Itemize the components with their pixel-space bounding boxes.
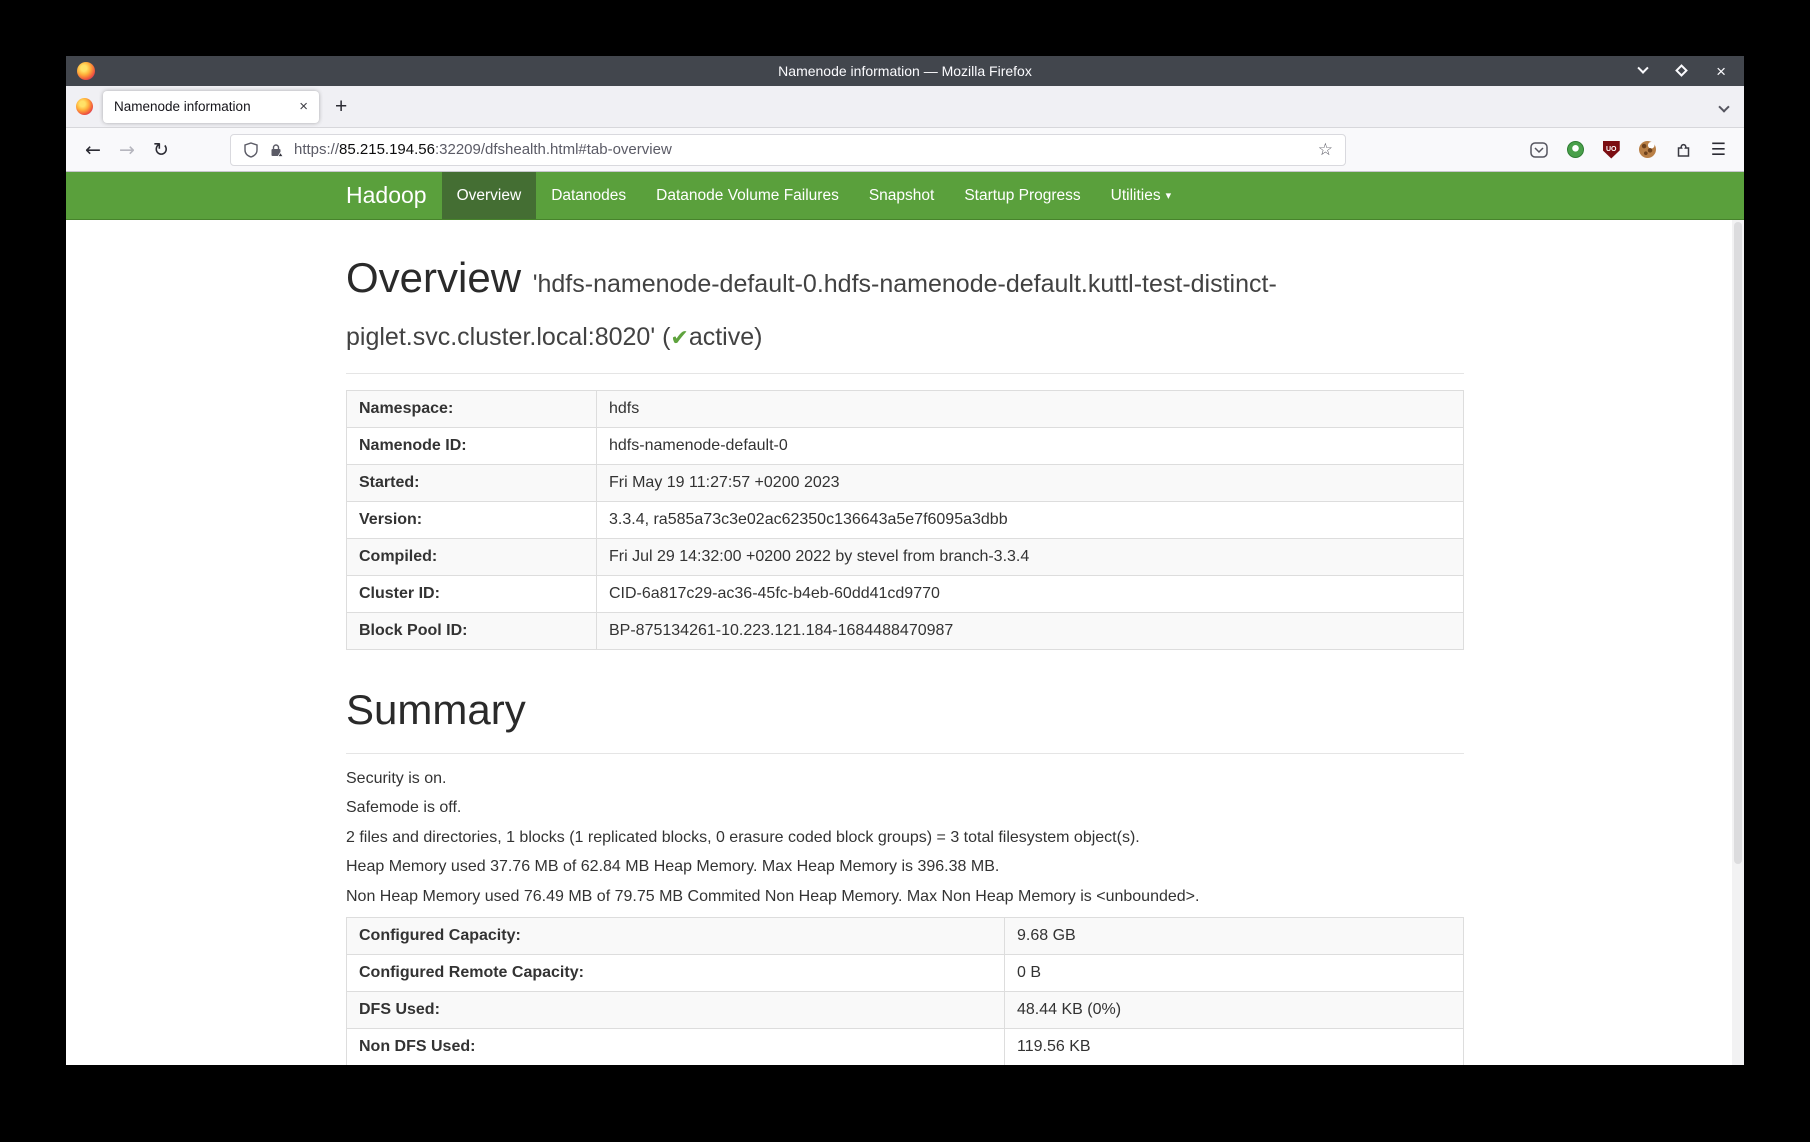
table-row: Configured Remote Capacity:0 B bbox=[347, 955, 1464, 992]
url-rest: :32209/dfshealth.html#tab-overview bbox=[435, 141, 672, 158]
privacy-badger-icon[interactable] bbox=[1567, 141, 1584, 158]
firefox-view-icon[interactable] bbox=[76, 98, 93, 115]
lock-warning-icon[interactable] bbox=[268, 142, 284, 158]
close-window-button[interactable]: × bbox=[1716, 63, 1726, 80]
window-title: Namenode information — Mozilla Firefox bbox=[66, 63, 1744, 79]
maximize-button[interactable] bbox=[1677, 62, 1686, 80]
url-bar[interactable]: https://85.215.194.56:32209/dfshealth.ht… bbox=[230, 134, 1346, 166]
list-all-tabs-button[interactable] bbox=[1720, 98, 1728, 116]
hadoop-navbar: Hadoop Overview Datanodes Datanode Volum… bbox=[66, 172, 1744, 220]
status-label: active bbox=[689, 323, 754, 351]
cookie-extension-icon[interactable] bbox=[1639, 141, 1656, 158]
tab-title: Namenode information bbox=[114, 99, 251, 114]
page-content: Overview 'hdfs-namenode-default-0.hdfs-n… bbox=[66, 220, 1744, 1065]
table-row: Cluster ID:CID-6a817c29-ac36-45fc-b4eb-6… bbox=[347, 576, 1464, 613]
summary-heading: Summary bbox=[346, 684, 1464, 737]
tracking-shield-icon[interactable] bbox=[243, 142, 259, 158]
namenode-info-table: Namespace:hdfs Namenode ID:hdfs-namenode… bbox=[346, 390, 1464, 650]
nav-tab-datanodes[interactable]: Datanodes bbox=[536, 172, 641, 219]
maximize-icon bbox=[1675, 64, 1688, 77]
url-scheme: https:// bbox=[294, 141, 339, 158]
bookmark-star-icon[interactable]: ☆ bbox=[1318, 140, 1333, 160]
browser-toolbar: ← → ↻ https://85.215.194.56:32209/dfshea… bbox=[66, 128, 1744, 172]
summary-line: Heap Memory used 37.76 MB of 62.84 MB He… bbox=[346, 858, 1464, 876]
extensions-puzzle-icon[interactable] bbox=[1675, 142, 1692, 158]
divider bbox=[346, 753, 1464, 754]
forward-button[interactable]: → bbox=[110, 139, 144, 161]
active-check-icon: ✔ bbox=[670, 326, 688, 351]
summary-line: 2 files and directories, 1 blocks (1 rep… bbox=[346, 829, 1464, 847]
url-text: https://85.215.194.56:32209/dfshealth.ht… bbox=[294, 141, 672, 158]
url-host: 85.215.194.56 bbox=[339, 141, 435, 158]
overview-heading: Overview 'hdfs-namenode-default-0.hdfs-n… bbox=[346, 252, 1464, 357]
hamburger-menu-icon[interactable]: ☰ bbox=[1711, 140, 1726, 160]
scrollbar-thumb[interactable] bbox=[1734, 222, 1742, 864]
table-row: Version:3.3.4, ra585a73c3e02ac62350c1366… bbox=[347, 502, 1464, 539]
table-row: Configured Capacity:9.68 GB bbox=[347, 918, 1464, 955]
table-row: Compiled:Fri Jul 29 14:32:00 +0200 2022 … bbox=[347, 539, 1464, 576]
caret-down-icon: ▾ bbox=[1166, 189, 1172, 202]
page-scrollbar[interactable] bbox=[1732, 220, 1744, 1065]
back-button[interactable]: ← bbox=[76, 139, 110, 161]
summary-line: Security is on. bbox=[346, 770, 1464, 788]
nav-dropdown-utilities[interactable]: Utilities▾ bbox=[1096, 172, 1186, 219]
tab-strip: Namenode information × + bbox=[66, 86, 1744, 128]
summary-line: Safemode is off. bbox=[346, 799, 1464, 817]
chevron-down-icon bbox=[1718, 101, 1729, 112]
pocket-icon[interactable] bbox=[1530, 142, 1548, 158]
minimize-icon bbox=[1637, 63, 1648, 74]
summary-line: Non Heap Memory used 76.49 MB of 79.75 M… bbox=[346, 888, 1464, 906]
table-row: Non DFS Used:119.56 KB bbox=[347, 1029, 1464, 1066]
window-titlebar: Namenode information — Mozilla Firefox × bbox=[66, 56, 1744, 86]
minimize-button[interactable] bbox=[1639, 62, 1647, 80]
capacity-table: Configured Capacity:9.68 GB Configured R… bbox=[346, 917, 1464, 1065]
nav-tab-datanode-volume-failures[interactable]: Datanode Volume Failures bbox=[641, 172, 854, 219]
nav-tab-startup-progress[interactable]: Startup Progress bbox=[949, 172, 1095, 219]
ublock-origin-icon[interactable]: UO bbox=[1603, 141, 1620, 159]
hadoop-brand[interactable]: Hadoop bbox=[331, 172, 442, 219]
tab-close-icon[interactable]: × bbox=[299, 99, 308, 114]
browser-tab[interactable]: Namenode information × bbox=[103, 91, 319, 123]
table-row: DFS Used:48.44 KB (0%) bbox=[347, 992, 1464, 1029]
new-tab-button[interactable]: + bbox=[335, 95, 347, 119]
table-row: Namenode ID:hdfs-namenode-default-0 bbox=[347, 428, 1464, 465]
browser-window: Namenode information — Mozilla Firefox ×… bbox=[66, 56, 1744, 1065]
reload-button[interactable]: ↻ bbox=[144, 139, 178, 161]
nav-tab-snapshot[interactable]: Snapshot bbox=[854, 172, 950, 219]
table-row: Namespace:hdfs bbox=[347, 391, 1464, 428]
divider bbox=[346, 373, 1464, 374]
table-row: Block Pool ID:BP-875134261-10.223.121.18… bbox=[347, 613, 1464, 650]
nav-tab-overview[interactable]: Overview bbox=[442, 172, 537, 219]
table-row: Started:Fri May 19 11:27:57 +0200 2023 bbox=[347, 465, 1464, 502]
